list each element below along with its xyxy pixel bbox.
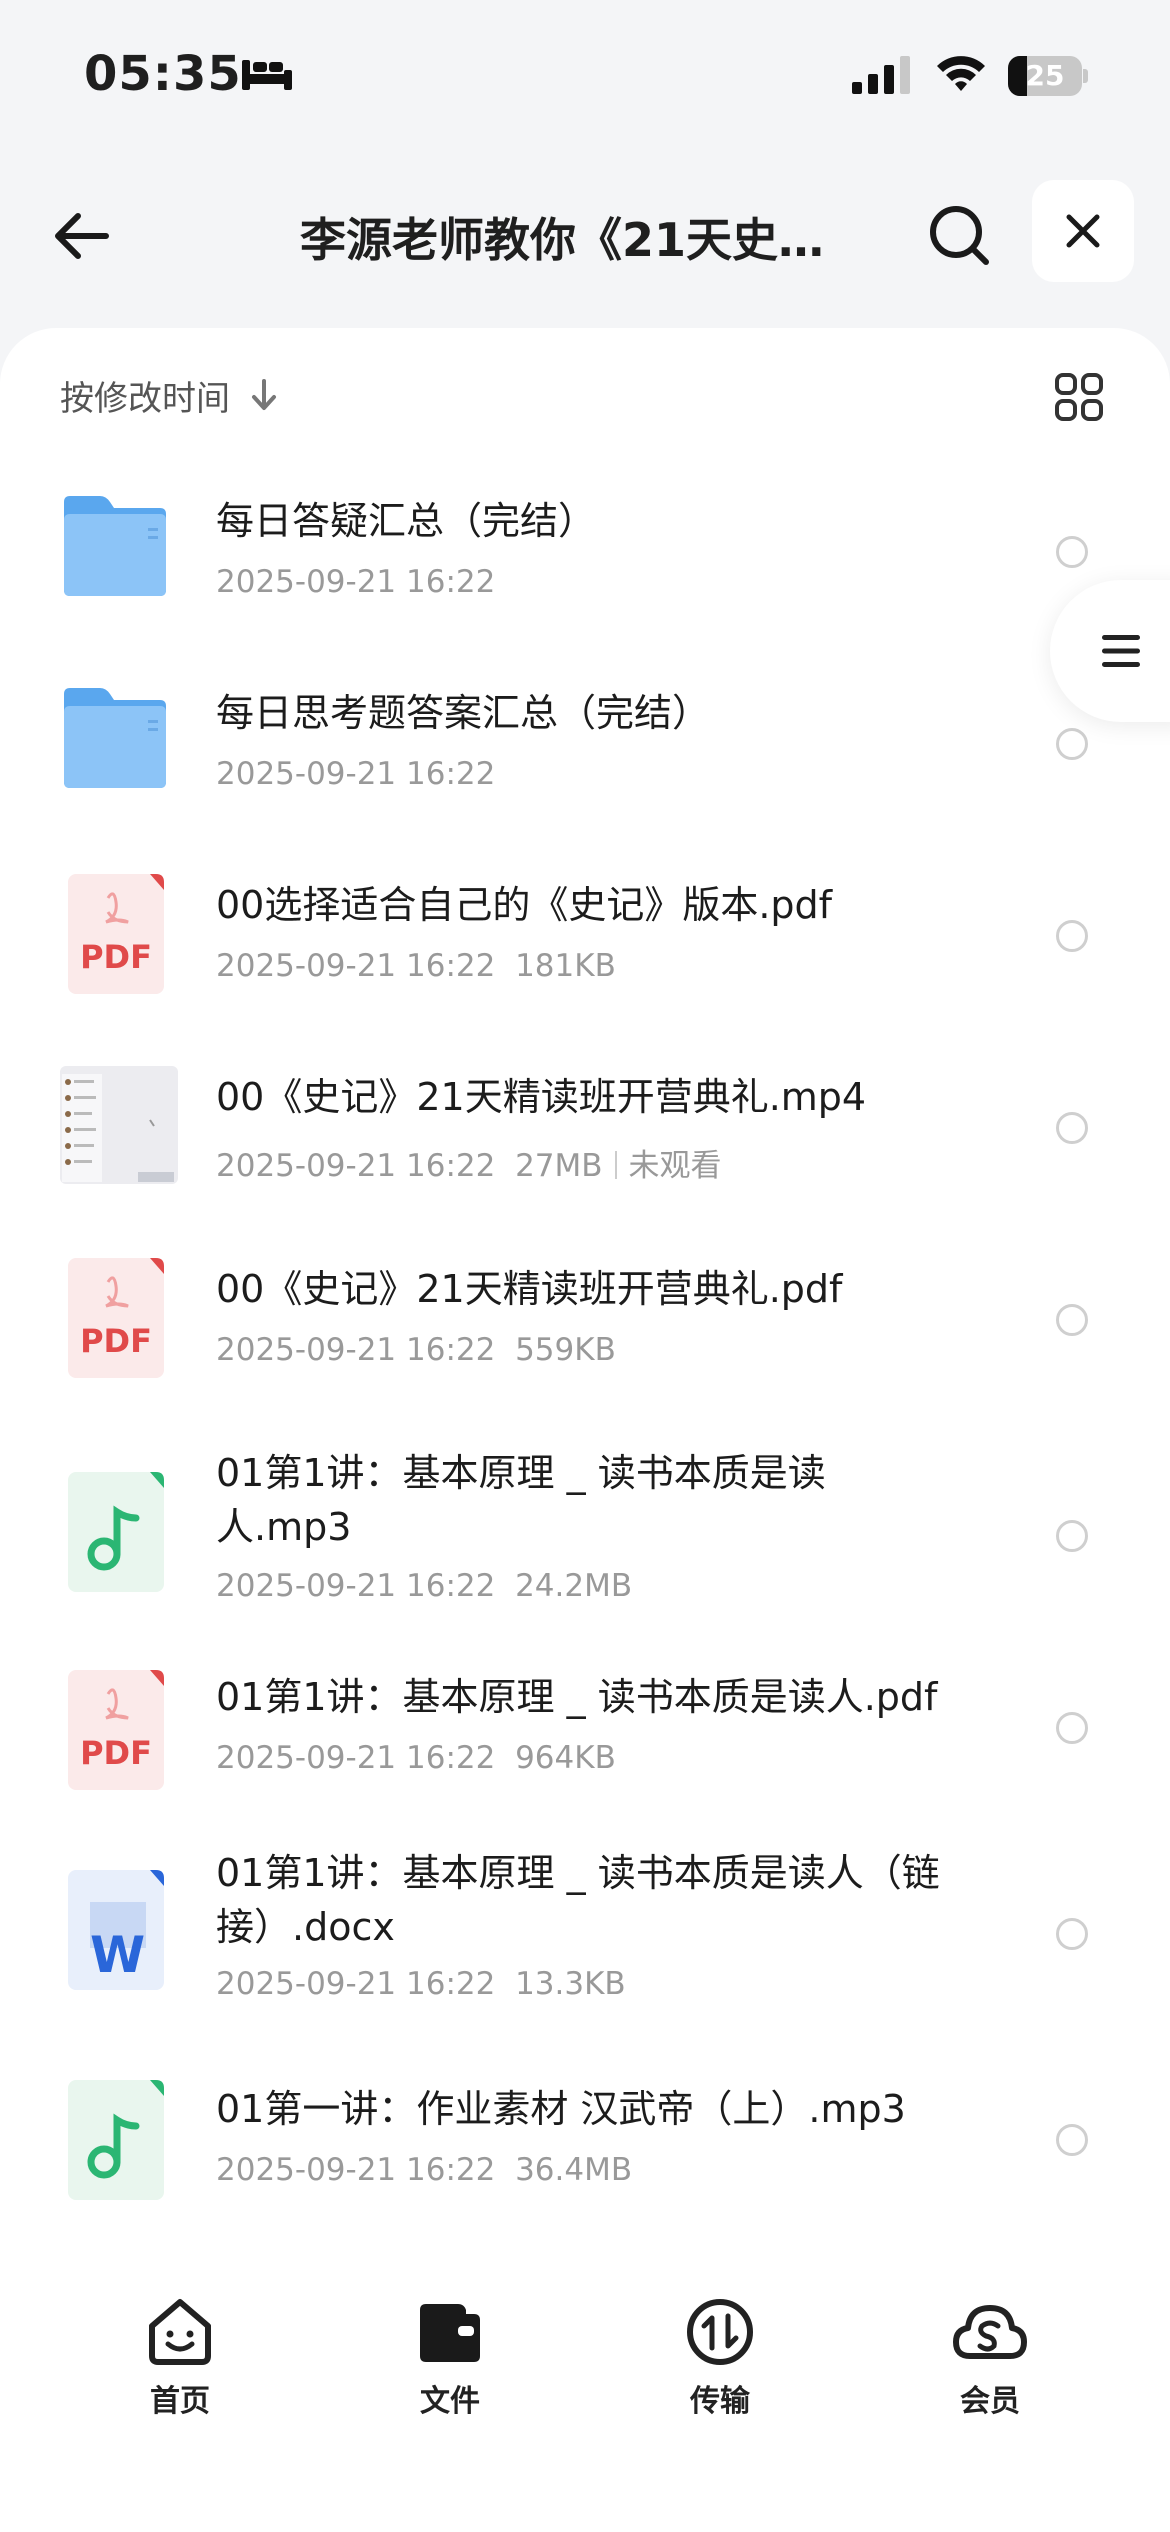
page-title: 李源老师教你《21天史记》精读班 <box>300 213 870 267</box>
tab-label: 会员 <box>960 2384 1020 2419</box>
back-button[interactable] <box>40 196 120 276</box>
file-meta: 2025-09-21 16:22 181KB <box>216 948 616 984</box>
svg-text:W: W <box>90 1926 145 1984</box>
select-radio[interactable] <box>1056 1918 1088 1950</box>
bottom-tab-bar: 首页 文件 传输 会员 <box>0 2228 1170 2532</box>
select-radio[interactable] <box>1056 728 1088 760</box>
tab-label: 文件 <box>420 2384 480 2419</box>
sleep-focus-icon <box>242 60 292 90</box>
file-name: 00《史记》21天精读班开营典礼.pdf <box>216 1267 843 1311</box>
file-row-folder-daily-answers[interactable]: 每日思考题答案汇总（完结） 2025-09-21 16:22 <box>0 660 1170 852</box>
select-radio[interactable] <box>1056 1712 1088 1744</box>
word-file-icon: W <box>68 1870 164 1990</box>
search-button[interactable] <box>920 196 1000 276</box>
wifi-icon <box>937 56 985 91</box>
tab-transfer[interactable]: 传输 <box>620 2292 820 2420</box>
search-icon <box>930 206 989 265</box>
battery-indicator: 25 <box>1008 56 1088 96</box>
file-meta: 2025-09-21 16:22 <box>216 756 496 792</box>
status-bar: 05:35 25 <box>0 0 1170 150</box>
folder-icon <box>64 496 166 596</box>
watch-status: 未观看 <box>628 1148 722 1184</box>
transfer-icon <box>687 2299 753 2365</box>
tab-membership[interactable]: 会员 <box>890 2292 1090 2420</box>
status-time: 05:35 <box>84 46 242 102</box>
file-name: 00选择适合自己的《史记》版本.pdf <box>216 883 833 927</box>
file-meta: 2025-09-21 16:22 27MB 未观看 <box>216 1148 722 1184</box>
file-name: 每日答疑汇总（完结） <box>216 499 597 543</box>
select-radio[interactable] <box>1056 1112 1088 1144</box>
file-name: 00《史记》21天精读班开营典礼.mp4 <box>216 1075 867 1119</box>
video-thumbnail <box>60 1066 178 1184</box>
select-radio[interactable] <box>1056 1520 1088 1552</box>
file-name: 01第一讲：作业素材 汉武帝（上）.mp3 <box>216 2087 906 2131</box>
tab-home[interactable]: 首页 <box>80 2292 280 2420</box>
file-meta: 2025-09-21 16:22 13.3KB <box>216 1966 626 2002</box>
arrow-down-icon <box>252 379 276 410</box>
pdf-file-icon: PDF <box>68 1670 164 1790</box>
file-row-audio-lecture1[interactable]: 01第1讲：基本原理 _ 读书本质是读人.mp3 2025-09-21 16:2… <box>0 1428 1170 1650</box>
file-meta: 2025-09-21 16:22 559KB <box>216 1332 616 1368</box>
arrow-left-icon <box>55 213 109 259</box>
file-name: 01第1讲：基本原理 _ 读书本质是读人（链接）.docx <box>216 1851 940 1949</box>
file-meta: 2025-09-21 16:22 964KB <box>216 1740 616 1776</box>
audio-file-icon <box>68 2080 164 2200</box>
svg-text:PDF: PDF <box>80 1322 152 1360</box>
pdf-file-icon: PDF <box>68 1258 164 1378</box>
tab-label: 首页 <box>150 2384 210 2419</box>
select-radio[interactable] <box>1056 2124 1088 2156</box>
file-name: 01第1讲：基本原理 _ 读书本质是读人.mp3 <box>216 1451 826 1549</box>
sort-control[interactable]: 按修改时间 <box>60 370 278 420</box>
grid-view-icon[interactable] <box>1054 372 1104 422</box>
file-row-video-opening[interactable]: 00《史记》21天精读班开营典礼.mp4 2025-09-21 16:22 27… <box>0 1044 1170 1236</box>
select-radio[interactable] <box>1056 920 1088 952</box>
navigation-bar: 李源老师教你《21天史记》精读班 <box>0 160 1170 300</box>
file-name: 每日思考题答案汇总（完结） <box>216 691 711 735</box>
sort-label: 按修改时间 <box>60 378 230 419</box>
select-radio[interactable] <box>1056 1304 1088 1336</box>
home-face-icon <box>149 2299 211 2365</box>
audio-file-icon <box>68 1472 164 1592</box>
folder-wallet-icon <box>420 2304 480 2362</box>
svg-text:PDF: PDF <box>80 1734 152 1772</box>
membership-cloud-icon <box>953 2305 1027 2359</box>
file-meta: 2025-09-21 16:22 36.4MB <box>216 2152 633 2188</box>
tab-files[interactable]: 文件 <box>350 2292 550 2420</box>
menu-list-icon <box>1102 635 1140 667</box>
file-row-pdf-lecture1[interactable]: PDF 01第1讲：基本原理 _ 读书本质是读人.pdf 2025-09-21 … <box>0 1650 1170 1842</box>
select-radio[interactable] <box>1056 536 1088 568</box>
file-row-docx-lecture1-link[interactable]: W 01第1讲：基本原理 _ 读书本质是读人（链接）.docx 2025-09-… <box>0 1842 1170 2064</box>
close-button[interactable] <box>1032 180 1134 282</box>
cellular-signal-icon <box>852 56 910 94</box>
file-row-pdf-version[interactable]: PDF 00选择适合自己的《史记》版本.pdf 2025-09-21 16:22… <box>0 852 1170 1044</box>
battery-level-text: 25 <box>1025 59 1065 92</box>
file-meta: 2025-09-21 16:22 24.2MB <box>216 1568 633 1604</box>
file-row-pdf-opening[interactable]: PDF 00《史记》21天精读班开营典礼.pdf 2025-09-21 16:2… <box>0 1236 1170 1428</box>
file-name: 01第1讲：基本原理 _ 读书本质是读人.pdf <box>216 1675 938 1719</box>
file-row-folder-daily-qa[interactable]: 每日答疑汇总（完结） 2025-09-21 16:22 <box>0 468 1170 660</box>
close-icon <box>1066 214 1100 248</box>
file-sheet: 按修改时间 每日答疑汇总（完结） 2025-09-21 16:22 每日思考题答… <box>0 328 1170 2228</box>
tab-label: 传输 <box>690 2384 750 2419</box>
file-meta: 2025-09-21 16:22 <box>216 564 496 600</box>
svg-text:PDF: PDF <box>80 938 152 976</box>
folder-icon <box>64 688 166 788</box>
pdf-file-icon: PDF <box>68 874 164 994</box>
